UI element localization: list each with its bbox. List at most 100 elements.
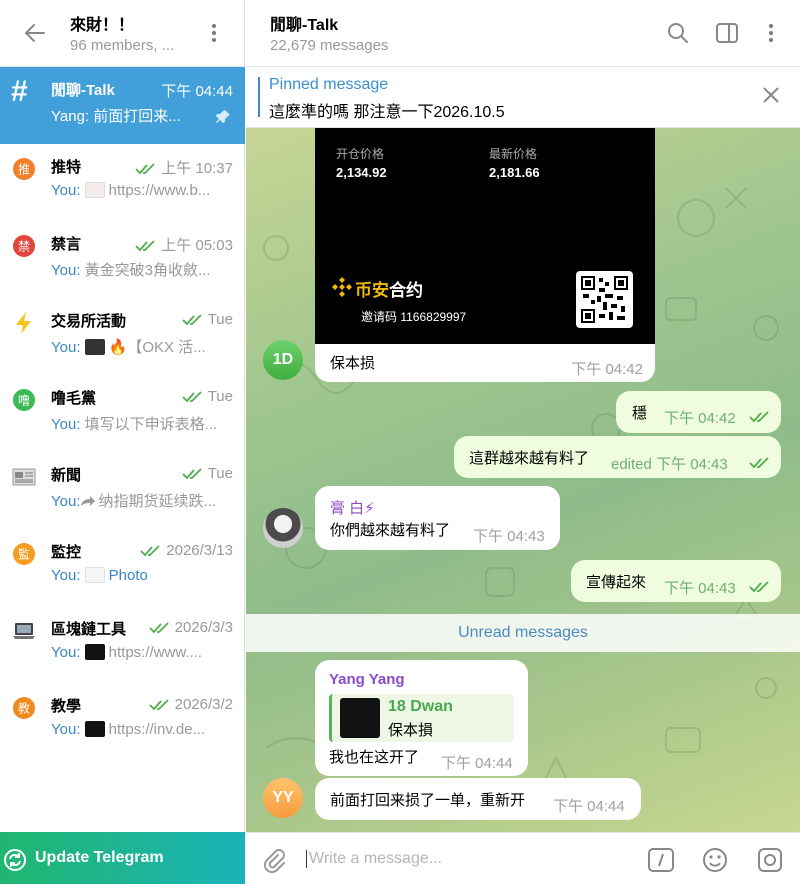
search-icon[interactable] bbox=[665, 20, 691, 46]
message-bubble[interactable]: 开仓价格 2,134.92 最新价格 2,181.66 币安合约 邀请码 116… bbox=[315, 128, 655, 382]
chat-name: 教學 bbox=[51, 698, 82, 715]
link-thumb-icon bbox=[84, 721, 105, 737]
preview-sender: You: bbox=[51, 721, 85, 738]
chat-preview: You: https://www.b... bbox=[51, 182, 236, 199]
chat-name: 區塊鏈工具 bbox=[51, 621, 127, 638]
commands-icon[interactable] bbox=[647, 846, 675, 874]
message-input[interactable]: Write a message... bbox=[306, 850, 442, 868]
lightning-icon bbox=[16, 312, 31, 334]
preview-text: Photo bbox=[108, 567, 148, 584]
attach-icon[interactable] bbox=[260, 847, 286, 873]
laptop-icon bbox=[13, 623, 35, 639]
message-area[interactable]: 开仓价格 2,134.92 最新价格 2,181.66 币安合约 邀请码 116… bbox=[246, 128, 800, 832]
chat-time: 上午 10:37 bbox=[135, 157, 233, 178]
message-text: 我也在这开了 bbox=[329, 749, 420, 766]
svg-text:噜: 噜 bbox=[18, 393, 30, 408]
read-check-icon bbox=[135, 163, 155, 175]
binance-logo-icon bbox=[332, 277, 352, 297]
read-check-icon bbox=[749, 581, 769, 593]
svg-text:推: 推 bbox=[18, 163, 30, 177]
preview-text: https://www.b... bbox=[108, 182, 211, 199]
chat-item-tutorial[interactable]: 教 教學 2026/3/2 You: https://inv.de... bbox=[0, 683, 245, 760]
chat-name: 閒聊-Talk bbox=[51, 82, 115, 99]
read-check-icon bbox=[140, 545, 160, 557]
airdrop-folder-emoji-icon: 噜 bbox=[13, 389, 35, 411]
preview-text: 纳指期货延续跌... bbox=[98, 493, 216, 510]
chat-preview: You: 🔥【OKX 活... bbox=[51, 336, 236, 357]
read-check-icon bbox=[182, 391, 202, 403]
avatar[interactable] bbox=[263, 508, 303, 548]
media-thumb-icon bbox=[84, 339, 105, 355]
chat-item-monitor[interactable]: 監 監控 2026/3/13 You: Photo bbox=[0, 529, 245, 606]
chat-item-airdrop[interactable]: 噜 噜毛黨 Tue You: 填写以下申诉表格... bbox=[0, 375, 245, 452]
time-text: Tue bbox=[207, 311, 233, 328]
sender-name[interactable]: Yang Yang bbox=[329, 671, 405, 688]
more-menu-icon[interactable] bbox=[761, 21, 781, 47]
back-arrow-icon[interactable] bbox=[22, 20, 48, 46]
chat-time: Tue bbox=[182, 465, 233, 482]
message-bubble-outgoing[interactable]: 宣傳起來 下午 04:43 bbox=[571, 560, 781, 602]
chat-preview: You: 填写以下申诉表格... bbox=[51, 413, 236, 434]
reply-quote[interactable]: 18 Dwan 保本損 bbox=[329, 694, 514, 742]
preview-sender: You: bbox=[51, 416, 85, 433]
update-label: Update Telegram bbox=[35, 849, 164, 866]
chat-time: 2026/3/13 bbox=[140, 542, 233, 559]
brand-prefix: 币安 bbox=[355, 281, 389, 300]
message-time: 下午 04:44 bbox=[553, 798, 625, 815]
preview-sender: You: bbox=[51, 567, 85, 584]
camera-icon[interactable] bbox=[756, 846, 784, 874]
forward-icon bbox=[81, 496, 96, 506]
trade-screenshot[interactable]: 开仓价格 2,134.92 最新价格 2,181.66 币安合约 邀请码 116… bbox=[315, 128, 655, 344]
time-text: 2026/3/3 bbox=[174, 619, 233, 636]
pinned-label: Pinned message bbox=[269, 76, 389, 93]
chat-item-talk[interactable]: # 閒聊-Talk 下午 04:44 Yang: 前面打回来... bbox=[0, 67, 245, 144]
twitter-folder-emoji-icon: 推 bbox=[13, 158, 35, 180]
chat-preview: You: 黃金突破3角收斂... bbox=[51, 259, 236, 280]
message-text: 保本损 bbox=[330, 355, 376, 372]
unread-messages-divider: Unread messages bbox=[246, 614, 800, 652]
conversation-title[interactable]: 閒聊-Talk bbox=[270, 11, 338, 35]
topic-hash-icon: # bbox=[11, 75, 28, 108]
folder-header: 來財！！ 96 members, ... bbox=[0, 0, 245, 67]
sidebar-toggle-icon[interactable] bbox=[714, 20, 740, 46]
preview-sender: Yang: bbox=[51, 108, 94, 125]
chat-time: 上午 05:03 bbox=[135, 234, 233, 255]
chat-name: 監控 bbox=[51, 544, 82, 561]
read-check-icon bbox=[749, 411, 769, 423]
message-bubble[interactable]: Yang Yang 18 Dwan 保本損 我也在这开了 下午 04:44 bbox=[315, 660, 528, 776]
read-check-icon bbox=[182, 468, 202, 480]
more-menu-icon[interactable] bbox=[204, 21, 224, 47]
message-time: 下午 04:43 bbox=[664, 580, 736, 597]
chat-list-panel: 來財！！ 96 members, ... # 閒聊-Talk 下午 04:44 … bbox=[0, 0, 245, 884]
preview-sender: You: bbox=[51, 182, 85, 199]
message-text: 前面打回来损了一单，重新开 bbox=[330, 792, 526, 809]
update-telegram-button[interactable]: Update Telegram bbox=[0, 832, 245, 884]
sender-name[interactable]: 膏 白⚡ bbox=[330, 497, 375, 518]
chat-item-exchange-events[interactable]: 交易所活動 Tue You: 🔥【OKX 活... bbox=[0, 298, 245, 375]
message-time: 下午 04:44 bbox=[441, 755, 513, 772]
emoji-icon[interactable] bbox=[701, 846, 729, 874]
chat-item-news[interactable]: 新聞 Tue You: 纳指期货延续跌... bbox=[0, 452, 245, 529]
qr-code bbox=[576, 271, 633, 328]
message-bubble-outgoing[interactable]: 這群越來越有料了 edited 下午 04:43 bbox=[454, 436, 781, 478]
preview-sender: You: bbox=[51, 262, 85, 279]
chat-name: 交易所活動 bbox=[51, 313, 127, 330]
brand-name: 币安合约 bbox=[355, 276, 423, 301]
message-bubble[interactable]: 前面打回来损了一单，重新开 下午 04:44 bbox=[315, 778, 641, 820]
chat-item-twitter[interactable]: 推 推特 上午 10:37 You: https://www.b... bbox=[0, 144, 245, 221]
message-bubble[interactable]: 膏 白⚡ 你們越來越有料了 下午 04:43 bbox=[315, 486, 560, 550]
brand-suffix: 合约 bbox=[389, 281, 423, 300]
time-text: 上午 05:03 bbox=[161, 237, 233, 254]
message-bubble-outgoing[interactable]: 穩 下午 04:42 bbox=[616, 391, 781, 433]
chat-name: 噜毛黨 bbox=[51, 390, 97, 407]
avatar[interactable]: YY bbox=[263, 778, 303, 818]
pinned-message-bar[interactable]: Pinned message 這麼準的嗎 那注意一下2026.10.5 bbox=[246, 68, 800, 128]
preview-text: https://inv.de... bbox=[108, 721, 206, 738]
avatar[interactable]: 1D bbox=[263, 340, 303, 380]
message-composer: Write a message... bbox=[246, 832, 800, 884]
read-check-icon bbox=[182, 314, 202, 326]
close-icon[interactable] bbox=[762, 86, 780, 104]
chat-item-blockchain-tools[interactable]: 區塊鏈工具 2026/3/3 You: https://www.... bbox=[0, 606, 245, 683]
refresh-icon bbox=[4, 849, 26, 871]
chat-item-mute[interactable]: 禁 禁言 上午 05:03 You: 黃金突破3角收斂... bbox=[0, 221, 245, 298]
